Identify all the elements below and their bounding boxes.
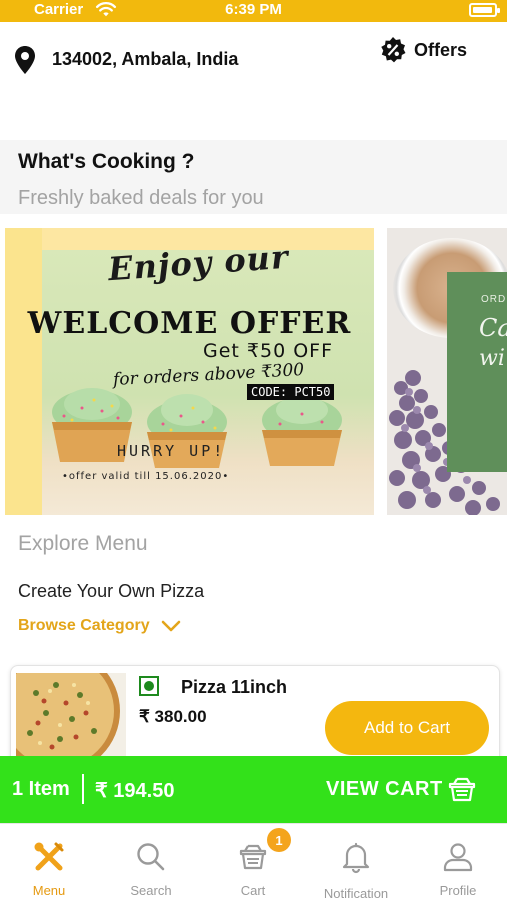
map-pin-icon[interactable] xyxy=(14,45,36,75)
tab-notification[interactable]: Notification xyxy=(306,824,406,900)
divider xyxy=(82,774,84,804)
bell-icon xyxy=(342,842,370,874)
banner2-script-2: wi xyxy=(479,346,505,371)
banner-validity: •offer valid till 15.06.2020• xyxy=(62,471,230,482)
cart-item-count: 1 Item xyxy=(12,778,70,800)
banner2-script-1: Ca xyxy=(479,314,507,342)
pizza-image xyxy=(16,673,126,758)
coffee-banner[interactable]: ORD Ca wi xyxy=(387,228,507,515)
section-title: What's Cooking ? xyxy=(18,150,195,173)
tab-label: Cart xyxy=(240,883,266,898)
banner-hurry-text: HURRY UP! xyxy=(117,442,226,460)
offers-button[interactable]: Offers xyxy=(380,36,467,64)
welcome-offer-banner[interactable]: Enjoy our WELCOME OFFER Get ₹50 OFF for … xyxy=(5,228,374,515)
tab-label: Menu xyxy=(32,883,66,898)
tab-label: Notification xyxy=(323,886,389,900)
category-name: Create Your Own Pizza xyxy=(18,581,205,601)
tab-menu[interactable]: Menu xyxy=(0,824,98,900)
cupcake-image xyxy=(147,394,227,468)
banner2-small-text: ORD xyxy=(481,294,507,305)
veg-indicator-icon xyxy=(139,676,159,696)
profile-icon xyxy=(443,843,473,872)
battery-level xyxy=(473,7,492,13)
tab-search[interactable]: Search xyxy=(102,824,200,900)
discount-badge-icon xyxy=(381,37,406,63)
status-bar: Carrier 6:39 PM xyxy=(0,0,507,22)
banner-strip xyxy=(5,228,42,515)
cart-basket-icon xyxy=(448,777,476,802)
offers-label: Offers xyxy=(414,39,468,60)
promo-code: CODE: PCT50 xyxy=(247,384,335,400)
tab-profile[interactable]: Profile xyxy=(409,824,507,900)
search-icon xyxy=(137,843,165,871)
cart-total: ₹ 194.50 xyxy=(95,780,175,802)
battery-icon xyxy=(469,3,500,17)
browse-category-label: Browse Category xyxy=(18,617,150,634)
item-price: ₹ 380.00 xyxy=(139,707,207,726)
view-cart-bar[interactable]: 1 Item ₹ 194.50 VIEW CART xyxy=(0,756,507,823)
banner-offer-line: Get ₹50 OFF xyxy=(203,340,334,362)
explore-menu-title: Explore Menu xyxy=(18,532,148,555)
location-address[interactable]: 134002, Ambala, India xyxy=(52,49,238,70)
tab-cart[interactable]: 1 Cart xyxy=(204,824,302,900)
tab-label: Search xyxy=(130,883,172,898)
menu-item-card[interactable]: Pizza 11inch ₹ 380.00 Add to Cart xyxy=(10,665,500,765)
item-name: Pizza 11inch xyxy=(181,677,288,697)
view-cart-label: VIEW CART xyxy=(326,778,443,800)
bottom-tab-bar: Menu Search 1 Cart Notification Profile xyxy=(0,823,507,900)
tab-label: Profile xyxy=(439,883,477,898)
banner-headline: WELCOME OFFER xyxy=(27,306,352,341)
section-subtitle: Freshly baked deals for you xyxy=(18,187,264,209)
cart-badge: 1 xyxy=(267,828,291,852)
chevron-down-icon xyxy=(161,620,180,632)
add-to-cart-button[interactable]: Add to Cart xyxy=(325,701,489,755)
whats-cooking-section: What's Cooking ? Freshly baked deals for… xyxy=(0,140,507,214)
menu-utensils-icon xyxy=(34,842,64,871)
browse-category-dropdown[interactable]: Browse Category xyxy=(18,617,182,635)
clock: 6:39 PM xyxy=(225,1,282,18)
cart-basket-icon xyxy=(239,844,267,870)
